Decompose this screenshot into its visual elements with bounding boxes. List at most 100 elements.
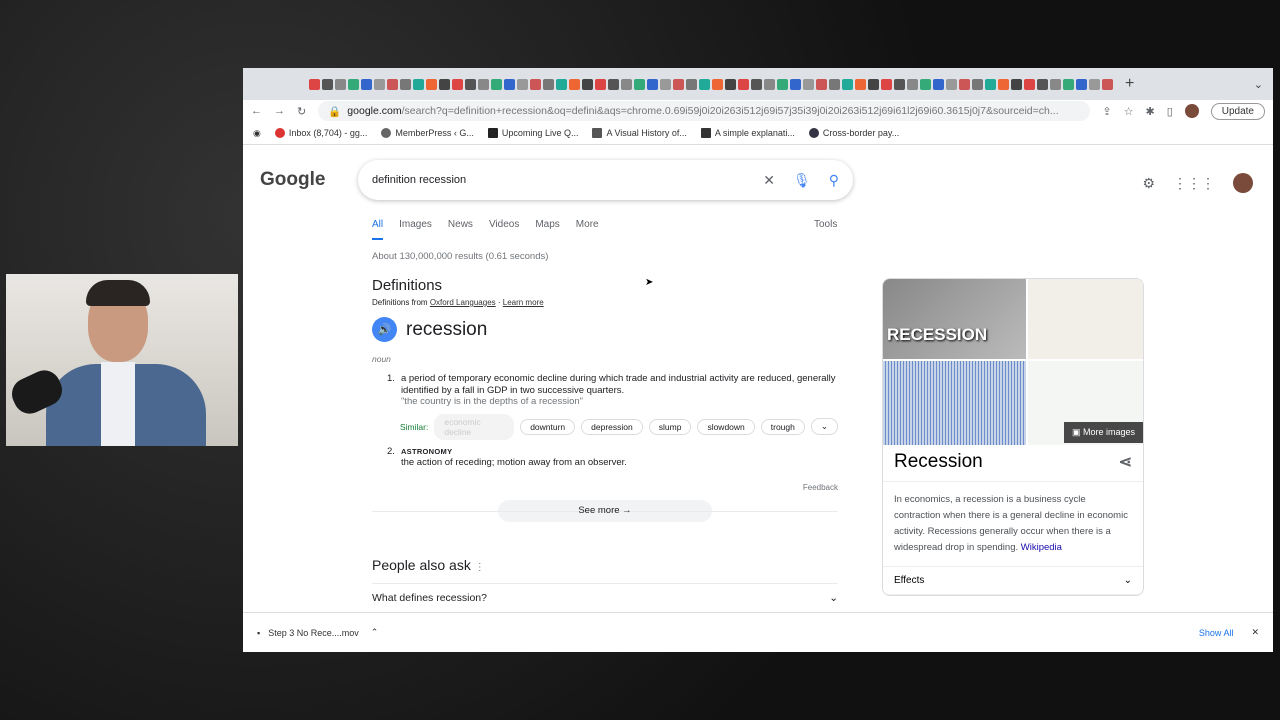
browser-tab[interactable]: [491, 78, 502, 90]
similar-chip[interactable]: depression: [581, 418, 643, 435]
browser-tab[interactable]: [608, 78, 619, 90]
speaker-icon[interactable]: 🔊: [372, 317, 397, 342]
show-all-button[interactable]: Show All: [1199, 628, 1234, 638]
browser-tab[interactable]: [803, 78, 814, 90]
browser-tab[interactable]: [959, 78, 970, 90]
browser-tab[interactable]: [1050, 78, 1061, 90]
browser-tab[interactable]: [738, 78, 749, 90]
browser-tab[interactable]: [543, 78, 554, 90]
oxford-link[interactable]: Oxford Languages: [430, 298, 496, 307]
address-bar[interactable]: 🔒 google.com/search?q=definition+recessio…: [318, 101, 1091, 121]
more-options-icon[interactable]: ⋮: [475, 562, 485, 573]
browser-tab[interactable]: [413, 78, 424, 90]
learn-more-link[interactable]: Learn more: [503, 298, 544, 307]
effects-accordion[interactable]: Effects ⌄: [883, 567, 1143, 595]
paa-question[interactable]: What defines recession? ⌄: [372, 582, 838, 604]
similar-chip[interactable]: trough: [760, 418, 805, 435]
browser-tab[interactable]: [764, 78, 775, 90]
tab-maps[interactable]: Maps: [535, 219, 559, 240]
browser-tab[interactable]: [829, 78, 840, 90]
mic-icon[interactable]: 🎙: [793, 172, 811, 189]
browser-tab[interactable]: [1037, 78, 1048, 90]
close-icon[interactable]: ✕: [1251, 627, 1259, 638]
browser-tab[interactable]: [1089, 78, 1100, 90]
tab-videos[interactable]: Videos: [489, 219, 519, 240]
profile-avatar[interactable]: [1184, 104, 1199, 118]
tab-more[interactable]: More: [576, 219, 599, 240]
browser-tab[interactable]: [1024, 78, 1035, 90]
browser-tab[interactable]: [361, 78, 372, 90]
new-tab-button[interactable]: +: [1125, 75, 1134, 93]
browser-tab[interactable]: [504, 78, 515, 90]
browser-tab[interactable]: [933, 78, 944, 90]
browser-tab[interactable]: [751, 78, 762, 90]
share-icon[interactable]: ⇪: [1102, 105, 1111, 118]
browser-tab[interactable]: [465, 78, 476, 90]
browser-tab[interactable]: [816, 78, 827, 90]
browser-tab[interactable]: [634, 78, 645, 90]
browser-tab[interactable]: [387, 78, 398, 90]
bookmark-item[interactable]: A Visual History of...: [592, 128, 687, 139]
bookmark-item[interactable]: A simple explanati...: [700, 128, 795, 139]
browser-tab[interactable]: [907, 78, 918, 90]
similar-chip[interactable]: economic decline: [434, 413, 515, 440]
more-images-button[interactable]: ▣ More images: [1063, 422, 1143, 443]
browser-tab[interactable]: [972, 78, 983, 90]
gear-icon[interactable]: ⚙: [1142, 175, 1155, 192]
browser-tab[interactable]: [868, 78, 879, 90]
download-options-icon[interactable]: ⌃: [371, 627, 379, 638]
clear-icon[interactable]: ✕: [763, 172, 775, 189]
browser-tab[interactable]: [1076, 78, 1087, 90]
account-avatar[interactable]: [1233, 173, 1253, 193]
browser-tab[interactable]: [1102, 78, 1113, 90]
globe-icon[interactable]: ◉: [253, 128, 261, 139]
browser-tab[interactable]: [335, 78, 346, 90]
back-icon[interactable]: ←: [251, 105, 262, 117]
browser-tab[interactable]: [530, 78, 541, 90]
similar-chip[interactable]: slump: [648, 418, 692, 435]
sidepanel-icon[interactable]: ▯: [1167, 105, 1173, 118]
browser-tab[interactable]: [647, 78, 658, 90]
browser-tab[interactable]: [569, 78, 580, 90]
reload-icon[interactable]: ↻: [297, 105, 306, 118]
search-box[interactable]: definition recession ✕ 🎙 ⚲: [358, 160, 853, 200]
star-icon[interactable]: ☆: [1124, 105, 1134, 118]
browser-tab[interactable]: [725, 78, 736, 90]
tools-button[interactable]: Tools: [814, 219, 837, 230]
bookmark-item[interactable]: Upcoming Live Q...: [487, 128, 578, 139]
browser-tab[interactable]: [348, 78, 359, 90]
update-button[interactable]: Update: [1210, 102, 1265, 120]
tab-search-icon[interactable]: ⌄: [1254, 78, 1263, 91]
similar-chip[interactable]: slowdown: [697, 418, 755, 435]
browser-tab[interactable]: [686, 78, 697, 90]
apps-icon[interactable]: ⋮⋮⋮: [1173, 175, 1215, 192]
browser-tab[interactable]: [1011, 78, 1022, 90]
tab-news[interactable]: News: [448, 219, 473, 240]
browser-tab[interactable]: [1063, 78, 1074, 90]
browser-tab[interactable]: [920, 78, 931, 90]
image-grid[interactable]: RECESSION ▣ More images: [883, 279, 1143, 445]
similar-chip[interactable]: downturn: [520, 418, 576, 435]
google-logo[interactable]: Google: [260, 169, 325, 191]
browser-tab[interactable]: [881, 78, 892, 90]
browser-tab[interactable]: [777, 78, 788, 90]
browser-tab[interactable]: [439, 78, 450, 90]
browser-tab[interactable]: [842, 78, 853, 90]
feedback-link[interactable]: Feedback: [372, 483, 838, 492]
browser-tab[interactable]: [582, 78, 593, 90]
search-input[interactable]: definition recession: [372, 174, 466, 186]
browser-tab[interactable]: [946, 78, 957, 90]
bookmark-item[interactable]: MemberPress ‹ G...: [381, 128, 474, 139]
browser-tab[interactable]: [855, 78, 866, 90]
browser-tab[interactable]: [322, 78, 333, 90]
browser-tab[interactable]: [374, 78, 385, 90]
browser-tab[interactable]: [894, 78, 905, 90]
browser-tab[interactable]: [517, 78, 528, 90]
browser-tab[interactable]: [985, 78, 996, 90]
download-item[interactable]: Step 3 No Rece....mov: [268, 628, 359, 638]
browser-tab[interactable]: [400, 78, 411, 90]
browser-tab[interactable]: [621, 78, 632, 90]
wikipedia-link[interactable]: Wikipedia: [1021, 542, 1062, 553]
browser-tab[interactable]: [309, 78, 320, 90]
browser-tab[interactable]: [452, 78, 463, 90]
